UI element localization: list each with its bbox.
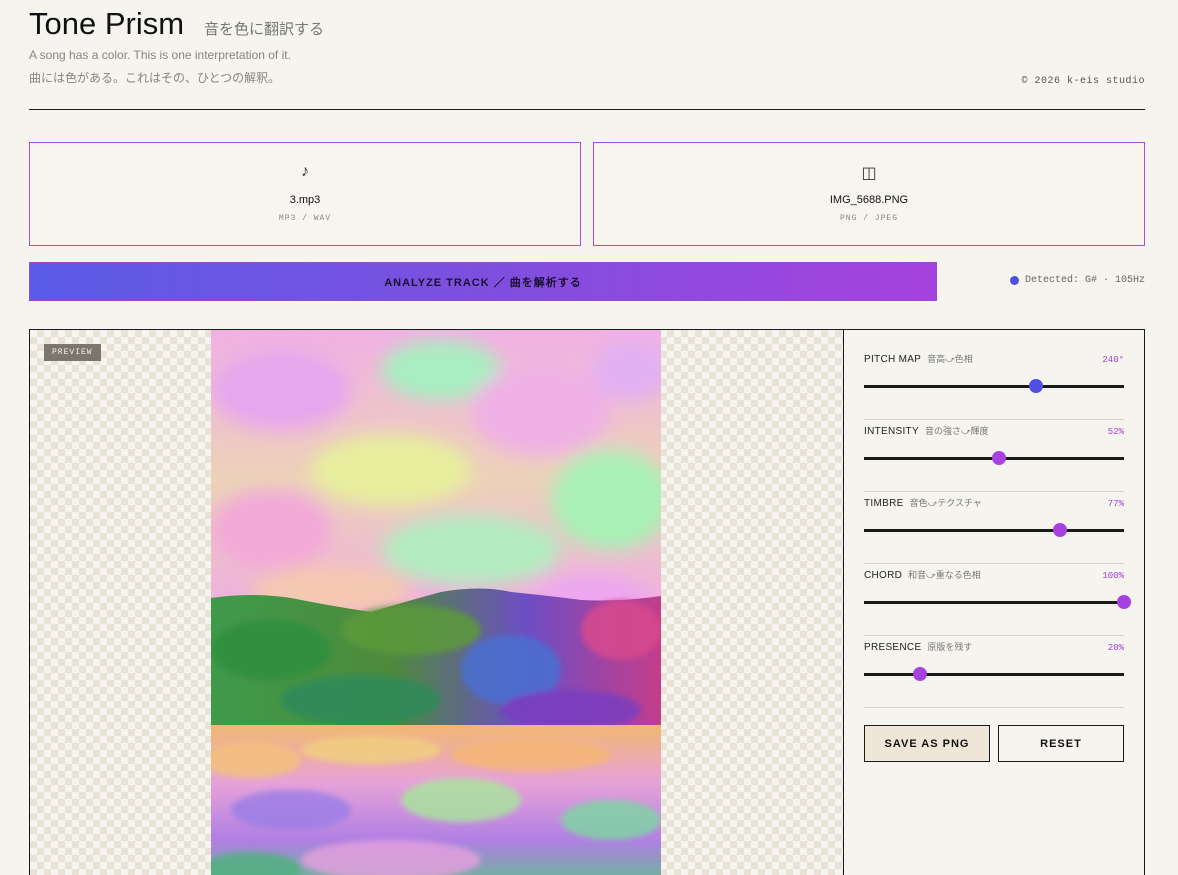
control-value: 77% <box>1107 499 1124 509</box>
control-label: PRESENCE <box>864 642 922 653</box>
timbre-slider[interactable] <box>864 523 1124 537</box>
intensity-slider-thumb[interactable] <box>992 451 1007 465</box>
control-label: PITCH MAP <box>864 354 922 365</box>
control-label: CHORD <box>864 570 903 581</box>
action-buttons: SAVE AS PNG RESET <box>864 725 1124 762</box>
control-chord: CHORD 和音⤻重なる色相 100% <box>864 564 1131 636</box>
app-title-jp: 音を色に翻訳する <box>204 21 325 38</box>
save-as-png-button[interactable]: SAVE AS PNG <box>864 725 990 762</box>
image-upload-dropzone[interactable]: ◫ IMG_5688.PNG PNG / JPEG <box>593 142 1145 246</box>
chord-slider[interactable] <box>864 595 1131 609</box>
intensity-slider[interactable] <box>864 451 1124 465</box>
timbre-slider-thumb[interactable] <box>1053 523 1068 537</box>
app-title: Tone Prism <box>29 6 185 41</box>
controls-panel: PITCH MAP 音高⤻色相 240° INTENSITY 音の強さ⤻輝度 5… <box>864 348 1131 762</box>
image-frame-icon: ◫ <box>861 165 877 182</box>
control-value: 100% <box>1102 571 1124 581</box>
control-value: 240° <box>1102 355 1124 365</box>
pitch-map-slider-thumb[interactable] <box>1028 379 1043 393</box>
control-label: INTENSITY <box>864 426 919 437</box>
copyright: © 2026 k-eis studio <box>1021 76 1145 87</box>
title-row: Tone Prism 音を色に翻訳する <box>29 6 324 42</box>
control-value: 52% <box>1107 427 1124 437</box>
processed-artwork-image <box>211 330 661 875</box>
reset-button[interactable]: RESET <box>998 725 1124 762</box>
presence-slider-thumb[interactable] <box>912 667 927 681</box>
control-label: TIMBRE <box>864 498 904 509</box>
preview-badge: PREVIEW <box>44 344 101 361</box>
control-label-jp: 和音⤻重なる色相 <box>908 570 981 580</box>
app-header: Tone Prism 音を色に翻訳する A song has a color. … <box>29 0 1145 110</box>
control-label-jp: 原版を残す <box>927 642 973 652</box>
control-label-jp: 音の強さ⤻輝度 <box>924 426 989 436</box>
workspace-panel: PREVIEW PITCH MAP 音高⤻色相 240° INTENSITY 音… <box>29 329 1145 875</box>
control-pitch-map: PITCH MAP 音高⤻色相 240° <box>864 348 1124 420</box>
preview-canvas: PREVIEW <box>30 330 844 875</box>
control-intensity: INTENSITY 音の強さ⤻輝度 52% <box>864 420 1124 492</box>
audio-formats: MP3 / WAV <box>278 214 332 223</box>
control-label-jp: 音色⤻テクスチャ <box>909 498 982 508</box>
audio-filename: 3.mp3 <box>289 194 321 206</box>
analyze-track-label: ANALYZE TRACK ／ 曲を解析する <box>384 276 582 289</box>
tagline: A song has a color. This is one interpre… <box>29 48 291 62</box>
control-timbre: TIMBRE 音色⤻テクスチャ 77% <box>864 492 1124 564</box>
image-formats: PNG / JPEG <box>839 214 898 223</box>
control-label-jp: 音高⤻色相 <box>927 354 973 364</box>
image-filename: IMG_5688.PNG <box>829 194 909 206</box>
music-note-icon: ♪ <box>301 163 309 180</box>
chord-slider-thumb[interactable] <box>1117 595 1131 609</box>
detected-text: Detected: G# · 105Hz <box>1024 275 1145 286</box>
audio-upload-dropzone[interactable]: ♪ 3.mp3 MP3 / WAV <box>29 142 581 246</box>
analyze-track-button[interactable]: ANALYZE TRACK ／ 曲を解析する <box>29 262 937 301</box>
control-presence: PRESENCE 原版を残す 20% <box>864 636 1124 708</box>
control-value: 20% <box>1107 643 1124 653</box>
presence-slider[interactable] <box>864 667 1124 681</box>
tagline-jp: 曲には色がある。これはその、ひとつの解釈。 <box>29 71 281 85</box>
pitch-map-slider[interactable] <box>864 379 1124 393</box>
detected-readout: Detected: G# · 105Hz <box>1009 275 1145 286</box>
detected-dot-icon <box>1009 276 1019 285</box>
